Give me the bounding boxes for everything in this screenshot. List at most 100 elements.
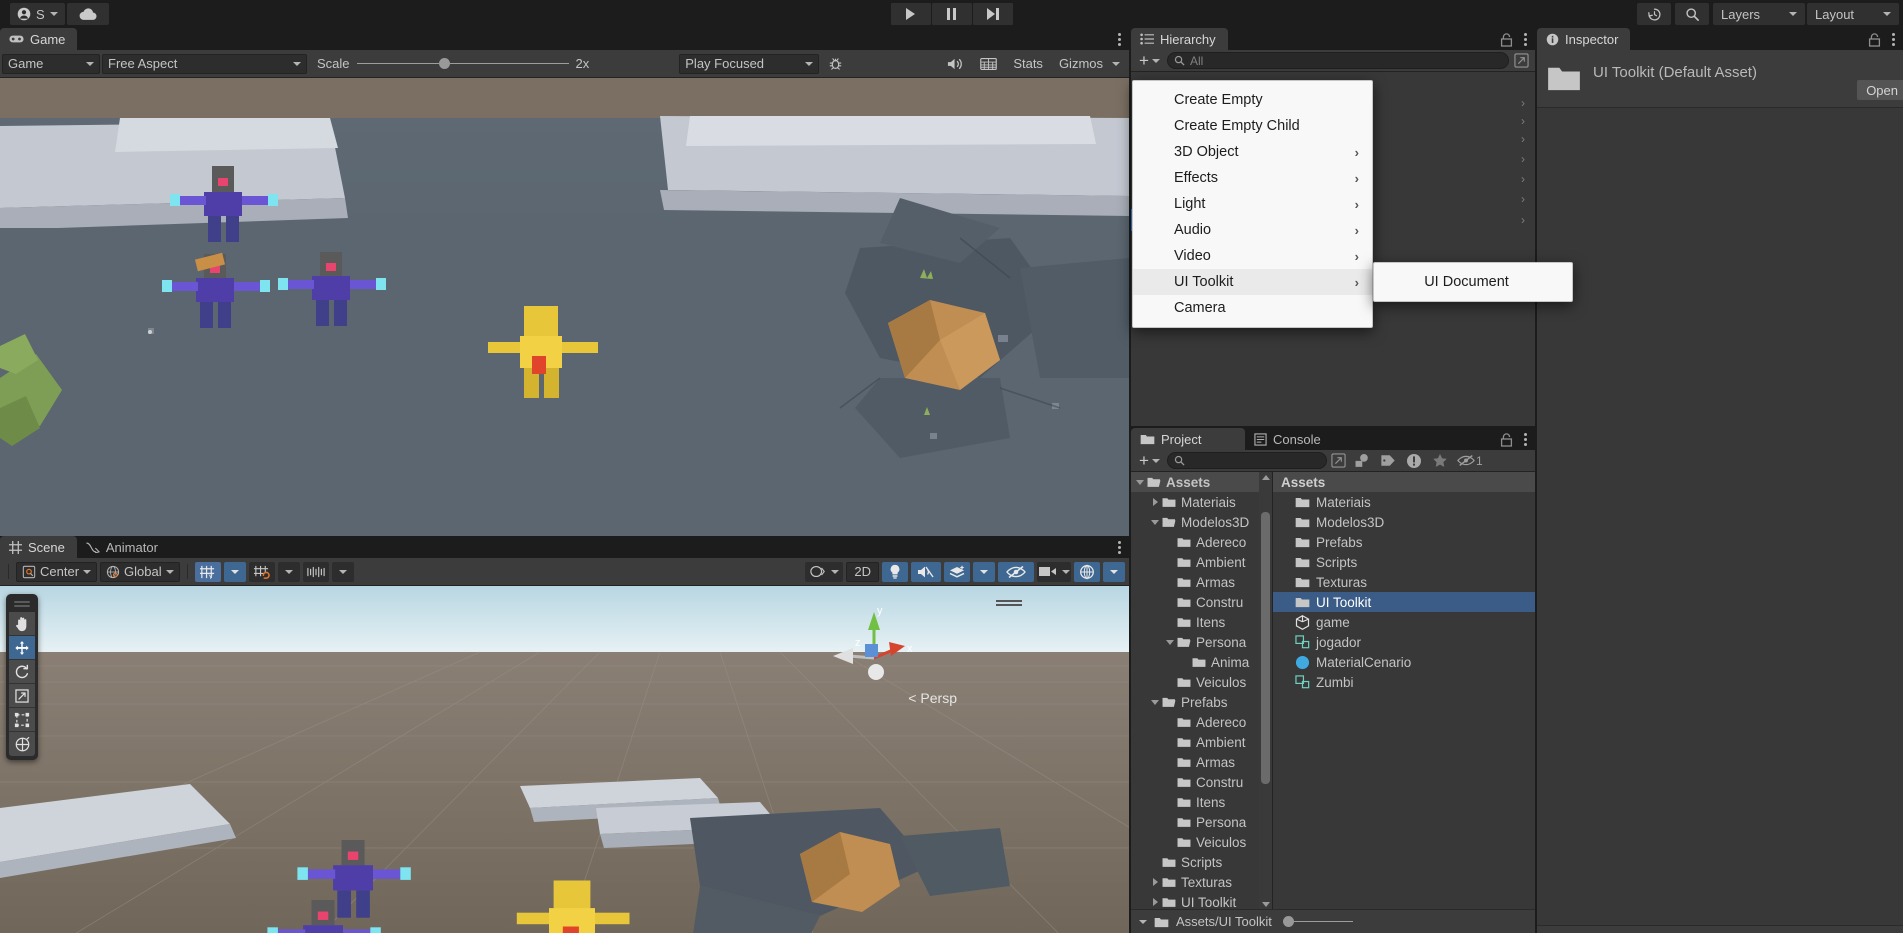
project-tree-row[interactable]: Adereco: [1131, 532, 1272, 552]
global-search-button[interactable]: [1675, 3, 1709, 25]
project-tree-row[interactable]: Ambient: [1131, 732, 1272, 752]
lock-icon[interactable]: [1500, 432, 1513, 447]
lock-icon[interactable]: [1500, 32, 1513, 47]
layout-dropdown[interactable]: Layout: [1807, 3, 1899, 25]
palette-grip[interactable]: [14, 605, 30, 607]
open-button[interactable]: Open: [1857, 80, 1903, 100]
context-menu-item-audio[interactable]: Audio ›: [1133, 217, 1372, 243]
project-tree-row[interactable]: Persona: [1131, 632, 1272, 652]
more-options-icon[interactable]: [1890, 31, 1897, 48]
scene-audio-toggle[interactable]: [911, 561, 941, 582]
asset-list-item[interactable]: Prefabs: [1273, 532, 1535, 552]
more-options-icon[interactable]: [1116, 539, 1123, 556]
lock-icon[interactable]: [1868, 32, 1881, 47]
create-context-menu[interactable]: Create Empty Create Empty Child 3D Object ›…: [1132, 80, 1373, 328]
project-tree-row[interactable]: Adereco: [1131, 712, 1272, 732]
scene-lighting-toggle[interactable]: [882, 561, 908, 582]
context-menu-item-video[interactable]: Video ›: [1133, 243, 1372, 269]
project-tree-row[interactable]: Veiculos: [1131, 672, 1272, 692]
project-tree-scrollbar[interactable]: [1259, 472, 1272, 909]
project-tree-row[interactable]: Prefabs: [1131, 692, 1272, 712]
project-folder-tree[interactable]: Assets Materiais Modelos3D Adereco Ambient Ar…: [1131, 472, 1273, 909]
move-tool-button[interactable]: [9, 636, 35, 660]
more-options-icon[interactable]: [1522, 31, 1529, 48]
project-tree-row[interactable]: Itens: [1131, 612, 1272, 632]
2d-toggle-button[interactable]: 2D: [846, 561, 879, 582]
display-target-dropdown[interactable]: Game: [2, 53, 100, 74]
project-create-button[interactable]: +: [1134, 452, 1165, 470]
project-tree-row[interactable]: Armas: [1131, 572, 1272, 592]
warning-filter-icon[interactable]: [1402, 453, 1426, 469]
project-tree-row[interactable]: Materiais: [1131, 492, 1272, 512]
project-tree-row[interactable]: Ambient: [1131, 552, 1272, 572]
gizmos-button[interactable]: Gizmos: [1052, 54, 1127, 74]
scene-fx-toggle[interactable]: [944, 561, 970, 582]
palette-grip[interactable]: [14, 601, 30, 603]
snap-dropdown[interactable]: [277, 561, 300, 582]
context-menu-item-3d-object[interactable]: 3D Object ›: [1133, 139, 1372, 165]
tab-hierarchy[interactable]: Hierarchy: [1131, 28, 1228, 50]
tab-game[interactable]: Game: [0, 28, 78, 50]
scene-gizmos-toggle[interactable]: [1074, 561, 1100, 582]
chevron-down-icon[interactable]: [1139, 919, 1147, 924]
pivot-mode-dropdown[interactable]: Center: [16, 561, 98, 582]
chevron-right-icon[interactable]: ›: [1521, 172, 1525, 186]
step-button[interactable]: [972, 3, 1013, 25]
grid-axis-toggle[interactable]: Y: [194, 561, 221, 582]
undo-history-button[interactable]: [1637, 3, 1671, 25]
scene-view-render[interactable]: y x z < Persp: [0, 586, 1129, 933]
expand-triangle-icon[interactable]: [1148, 878, 1162, 886]
favorite-filter-icon[interactable]: [1428, 453, 1452, 468]
scrollbar-thumb[interactable]: [1261, 512, 1270, 784]
context-menu-item-light[interactable]: Light ›: [1133, 191, 1372, 217]
play-button[interactable]: [890, 3, 931, 25]
asset-list-item[interactable]: Zumbi: [1273, 672, 1535, 692]
project-asset-list[interactable]: Assets Materiais Modelos3D Prefabs Scripts T…: [1273, 472, 1535, 909]
account-button[interactable]: S: [10, 3, 65, 25]
expand-triangle-icon[interactable]: [1148, 898, 1162, 906]
chevron-right-icon[interactable]: ›: [1521, 114, 1525, 128]
cloud-button[interactable]: [66, 3, 109, 25]
scene-camera-mode-label[interactable]: < Persp: [908, 690, 957, 706]
expand-triangle-icon[interactable]: [1148, 498, 1162, 506]
project-tree-row[interactable]: Persona: [1131, 812, 1272, 832]
more-options-icon[interactable]: [1522, 431, 1529, 448]
scene-fx-dropdown[interactable]: [973, 561, 995, 582]
hidden-assets-icon[interactable]: 1: [1454, 454, 1486, 468]
tab-console[interactable]: Console: [1245, 428, 1333, 450]
chevron-right-icon[interactable]: ›: [1521, 96, 1525, 110]
chevron-right-icon[interactable]: ›: [1521, 192, 1525, 206]
ui-toolkit-submenu[interactable]: UI Document: [1373, 262, 1573, 302]
context-menu-item-ui-toolkit[interactable]: UI Toolkit ›: [1133, 269, 1372, 295]
project-tree-row[interactable]: Veiculos: [1131, 832, 1272, 852]
scene-shading-dropdown[interactable]: [805, 561, 844, 582]
ruler-dropdown[interactable]: [331, 561, 354, 582]
bug-report-button[interactable]: [821, 54, 850, 74]
scene-resize-handle[interactable]: [996, 600, 1022, 602]
collapse-triangle-icon[interactable]: [1148, 699, 1162, 705]
context-menu-item-create-empty[interactable]: Create Empty: [1133, 87, 1372, 113]
aspect-ratio-dropdown[interactable]: Free Aspect: [102, 53, 307, 74]
tab-scene[interactable]: Scene: [0, 536, 77, 558]
project-tree-row[interactable]: Texturas: [1131, 872, 1272, 892]
project-tree-row[interactable]: Itens: [1131, 792, 1272, 812]
scale-slider[interactable]: [356, 57, 569, 71]
context-menu-item-effects[interactable]: Effects ›: [1133, 165, 1372, 191]
asset-list-item[interactable]: UI Toolkit: [1273, 592, 1535, 612]
scrollbar-down-arrow[interactable]: [1259, 902, 1272, 907]
project-tree-row[interactable]: Modelos3D: [1131, 512, 1272, 532]
label-filter-icon[interactable]: [1376, 453, 1400, 468]
tab-animator[interactable]: Animator: [77, 536, 170, 558]
rect-tool-button[interactable]: [9, 708, 35, 732]
asset-list-item[interactable]: jogador: [1273, 632, 1535, 652]
slider-knob[interactable]: [438, 58, 450, 69]
asset-list-item[interactable]: Scripts: [1273, 552, 1535, 572]
asset-list-item[interactable]: Modelos3D: [1273, 512, 1535, 532]
handle-space-dropdown[interactable]: Global: [100, 561, 180, 582]
context-menu-item-create-empty-child[interactable]: Create Empty Child: [1133, 113, 1372, 139]
more-options-icon[interactable]: [1116, 31, 1123, 48]
asset-list-item[interactable]: game: [1273, 612, 1535, 632]
project-search-input[interactable]: [1166, 452, 1327, 469]
chevron-right-icon[interactable]: ›: [1521, 152, 1525, 166]
hand-tool-button[interactable]: [9, 612, 35, 636]
